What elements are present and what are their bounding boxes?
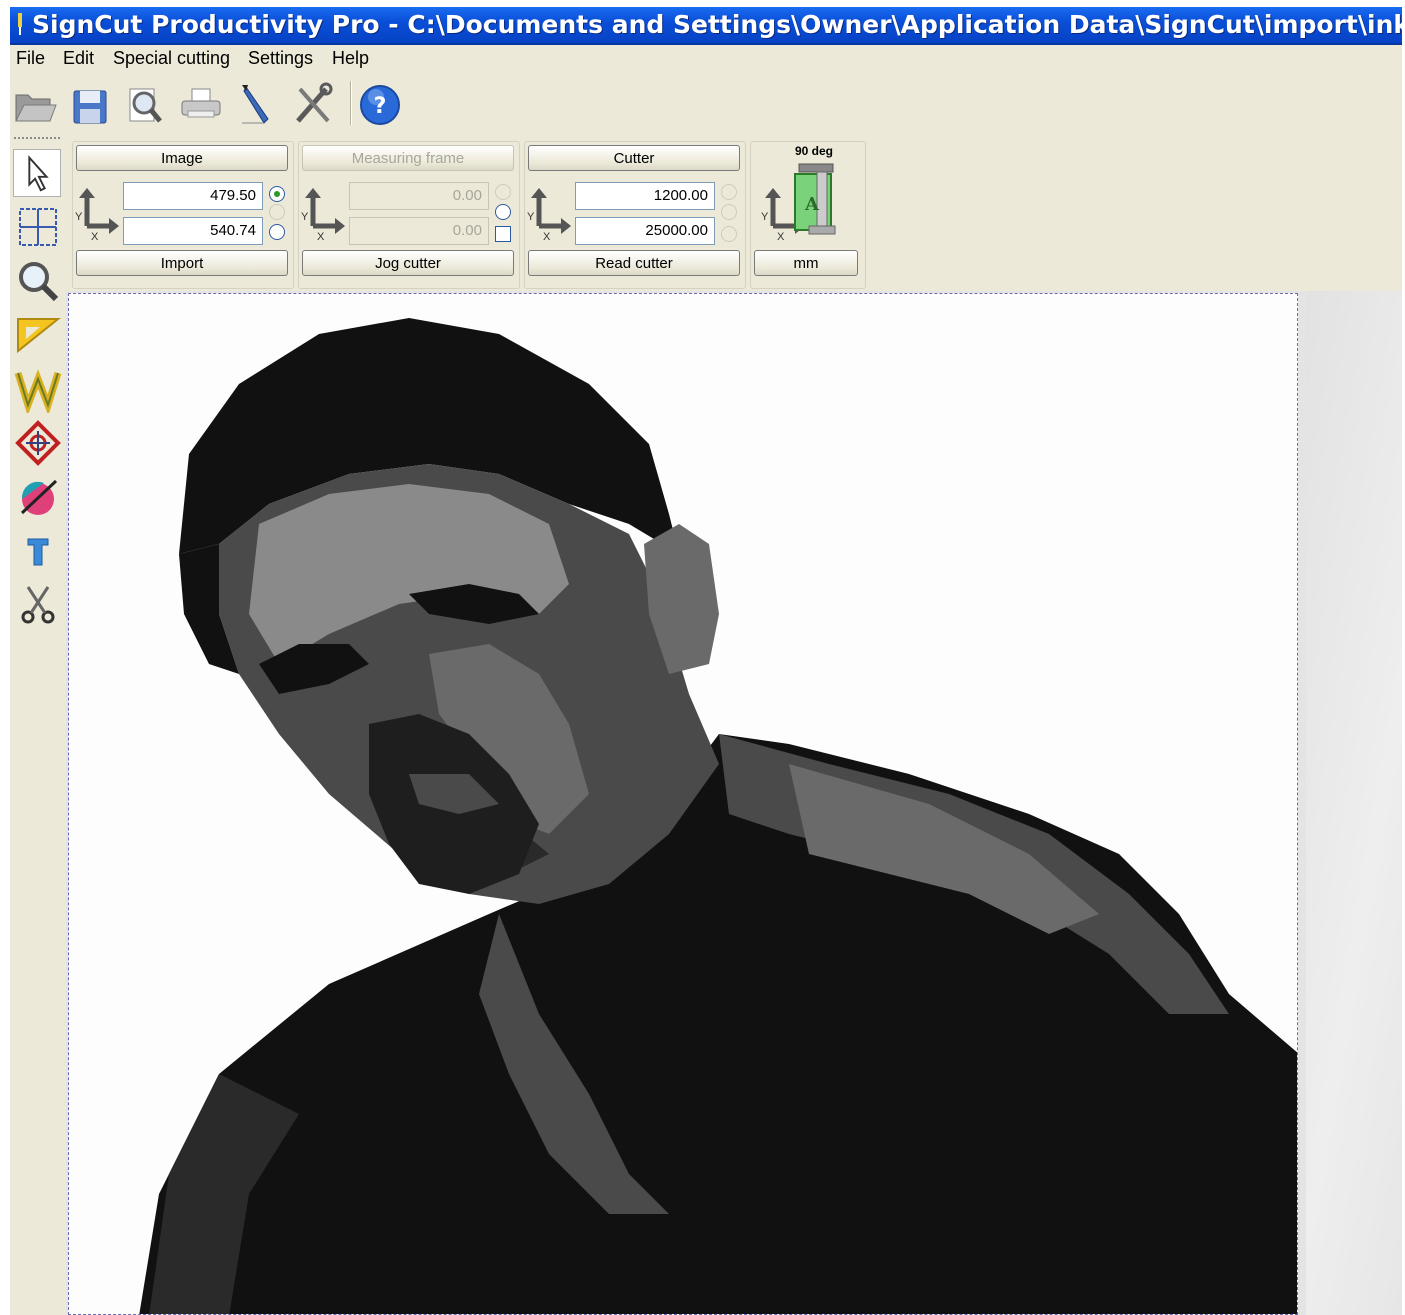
rotation-label: 90 deg xyxy=(795,144,834,158)
jog-cutter-button[interactable]: Jog cutter xyxy=(302,250,514,276)
save-icon[interactable] xyxy=(68,79,114,129)
toolbar-separator xyxy=(350,81,352,125)
toolbar: ? xyxy=(10,73,1402,136)
axis-x-label: X xyxy=(317,231,325,242)
canvas-margin xyxy=(1306,291,1402,1315)
cutter-x-field[interactable]: 1200.00 xyxy=(575,182,715,210)
frame-checkbox[interactable] xyxy=(495,226,511,242)
knife-icon[interactable] xyxy=(234,79,280,129)
frame-x-field[interactable]: 0.00 xyxy=(349,182,489,210)
menu-bar: File Edit Special cutting Settings Help xyxy=(10,45,1402,71)
weed-icon[interactable] xyxy=(14,365,62,413)
axis-x-label: X xyxy=(543,231,551,242)
axes-icon: Y X xyxy=(527,188,571,242)
scissors-icon[interactable] xyxy=(14,581,62,629)
tool-palette xyxy=(10,135,66,1315)
menu-help[interactable]: Help xyxy=(332,48,369,69)
cutter-group: Cutter Y X 1200.00 25000.00 Read cutter xyxy=(524,141,746,289)
menu-edit[interactable]: Edit xyxy=(63,48,94,69)
orientation-icon[interactable]: A xyxy=(787,160,847,236)
color-icon[interactable] xyxy=(14,473,62,521)
svg-text:?: ? xyxy=(374,94,387,119)
menu-file[interactable]: File xyxy=(16,48,45,69)
axis-x-label: X xyxy=(777,231,785,242)
menu-settings[interactable]: Settings xyxy=(248,48,313,69)
read-cutter-button[interactable]: Read cutter xyxy=(528,250,740,276)
cutter-radio-1[interactable] xyxy=(721,184,737,200)
canvas-area[interactable] xyxy=(66,291,1402,1315)
measuring-frame-button[interactable]: Measuring frame xyxy=(302,145,514,171)
orientation-group: 90 deg Y X A mm xyxy=(750,141,866,289)
page-area[interactable] xyxy=(68,293,1298,1315)
axis-y-label: Y xyxy=(301,211,309,223)
frame-radio-1[interactable] xyxy=(495,184,511,200)
svg-text:A: A xyxy=(804,194,820,215)
image-group: Image Y X 479.50 540.74 Import xyxy=(72,141,294,289)
axis-y-label: Y xyxy=(527,211,535,223)
frame-y-field[interactable]: 0.00 xyxy=(349,217,489,245)
ruler-icon[interactable] xyxy=(14,311,62,359)
image-y-field[interactable]: 540.74 xyxy=(123,217,263,245)
radio-dot xyxy=(274,191,280,197)
grid-icon[interactable] xyxy=(14,203,62,251)
app-icon xyxy=(18,13,22,35)
pointer-icon[interactable] xyxy=(13,149,61,197)
print-icon[interactable] xyxy=(178,79,224,129)
registration-mark-icon[interactable] xyxy=(14,419,62,467)
zoom-icon[interactable] xyxy=(14,257,62,305)
text-icon[interactable] xyxy=(14,527,62,575)
cutter-radio-2[interactable] xyxy=(721,204,737,220)
open-icon[interactable] xyxy=(12,79,58,129)
print-preview-icon[interactable] xyxy=(122,79,168,129)
position-panel: Image Y X 479.50 540.74 Import Measuring… xyxy=(66,135,1402,291)
axes-icon: Y X xyxy=(75,188,119,242)
image-radio-3[interactable] xyxy=(269,224,285,240)
image-radio-1[interactable] xyxy=(269,186,285,202)
title-bar[interactable]: SignCut Productivity Pro - C:\Documents … xyxy=(10,7,1402,45)
cutter-radio-3[interactable] xyxy=(721,226,737,242)
imported-photo[interactable] xyxy=(69,294,1298,1315)
axis-x-label: X xyxy=(91,231,99,242)
image-button[interactable]: Image xyxy=(76,145,288,171)
unit-button[interactable]: mm xyxy=(754,250,858,276)
cutter-y-field[interactable]: 25000.00 xyxy=(575,217,715,245)
window-title: SignCut Productivity Pro - C:\Documents … xyxy=(32,10,1402,39)
measuring-frame-group: Measuring frame Y X 0.00 0.00 Jog cutter xyxy=(298,141,520,289)
app-window: SignCut Productivity Pro - C:\Documents … xyxy=(10,7,1402,1315)
menu-special-cutting[interactable]: Special cutting xyxy=(113,48,230,69)
palette-grip[interactable] xyxy=(14,137,60,143)
axes-icon: Y X xyxy=(301,188,345,242)
cutter-button[interactable]: Cutter xyxy=(528,145,740,171)
axis-y-label: Y xyxy=(75,211,83,223)
image-x-field[interactable]: 479.50 xyxy=(123,182,263,210)
image-radio-2[interactable] xyxy=(269,204,285,220)
frame-radio-2[interactable] xyxy=(495,204,511,220)
tools-icon[interactable] xyxy=(290,79,336,129)
help-icon[interactable]: ? xyxy=(358,79,404,129)
axis-y-label: Y xyxy=(761,211,769,223)
import-button[interactable]: Import xyxy=(76,250,288,276)
